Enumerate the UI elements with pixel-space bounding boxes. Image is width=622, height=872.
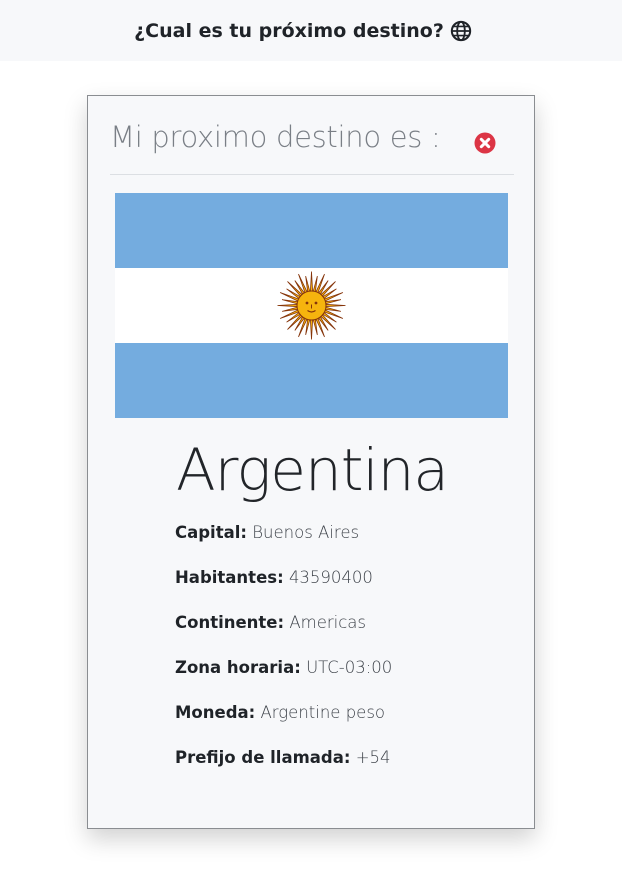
country-name: Argentina (176, 436, 449, 504)
detail-label: Prefijo de llamada: (175, 748, 351, 767)
detail-label: Continente: (175, 613, 285, 632)
detail-population: Habitantes: 43590400 (175, 568, 392, 613)
detail-currency: Moneda: Argentine peso (175, 703, 392, 748)
detail-calling-code: Prefijo de llamada: +54 (175, 748, 392, 793)
detail-continent: Continente: Americas (175, 613, 392, 658)
sun-of-may-icon (277, 271, 346, 340)
top-bar: ¿Cual es tu próximo destino? (0, 0, 622, 61)
detail-label: Capital: (175, 523, 247, 542)
detail-label: Habitantes: (175, 568, 284, 587)
detail-value: +54 (355, 748, 391, 767)
card-title: Mi proximo destino es : (110, 120, 441, 154)
page-heading: ¿Cual es tu próximo destino? (134, 20, 472, 42)
detail-value: Buenos Aires (252, 523, 360, 542)
detail-label: Zona horaria: (175, 658, 301, 677)
globe-icon (450, 20, 472, 41)
close-button[interactable] (473, 131, 497, 155)
detail-value: Americas (289, 613, 367, 632)
card-header: Mi proximo destino es : (110, 116, 514, 175)
argentina-flag (115, 193, 508, 418)
detail-value: 43590400 (288, 568, 373, 587)
page-heading-text: ¿Cual es tu próximo destino? (134, 19, 444, 42)
detail-value: UTC-03:00 (306, 658, 393, 677)
close-icon (474, 132, 496, 154)
country-details: Capital: Buenos Aires Habitantes: 435904… (175, 523, 392, 793)
detail-capital: Capital: Buenos Aires (175, 523, 392, 568)
detail-value: Argentine peso (260, 703, 386, 722)
detail-timezone: Zona horaria: UTC-03:00 (175, 658, 392, 703)
detail-label: Moneda: (175, 703, 256, 722)
destination-card: Mi proximo destino es : Argentina Capita… (87, 95, 535, 829)
